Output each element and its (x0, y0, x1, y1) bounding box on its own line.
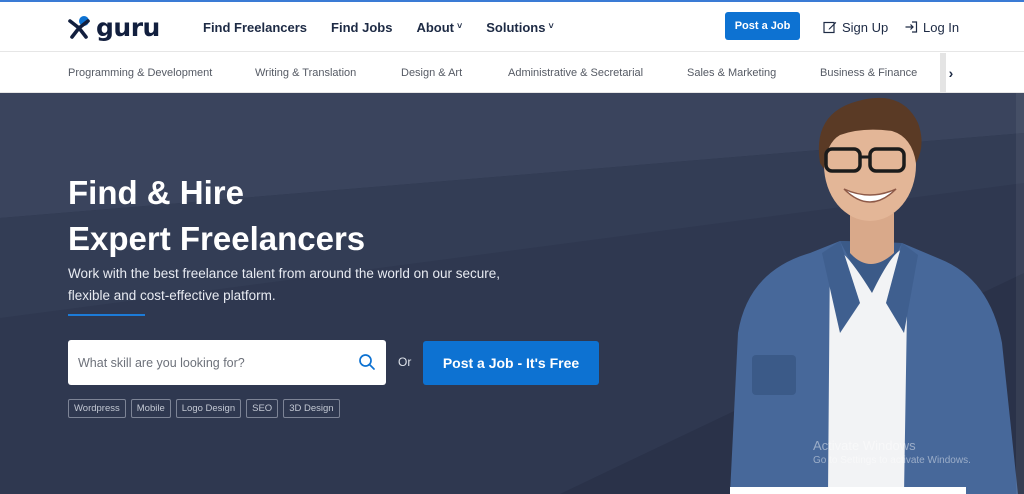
post-a-job-free-button[interactable]: Post a Job - It's Free (423, 341, 599, 385)
category-design-art[interactable]: Design & Art (401, 53, 462, 93)
tag-seo[interactable]: SEO (246, 399, 279, 418)
post-a-job-header-button[interactable]: Post a Job (725, 12, 800, 40)
category-business-finance[interactable]: Business & Finance (820, 53, 917, 93)
hero-subtitle: Work with the best freelance talent from… (68, 266, 500, 303)
main-nav: Find Freelancers Find Jobs About ˅ Solut… (203, 2, 578, 52)
site-header: guru Find Freelancers Find Jobs About ˅ … (0, 2, 1024, 52)
log-in-link[interactable]: Log In (904, 2, 959, 52)
hero-title-line1: Find & Hire (68, 174, 245, 211)
nav-find-freelancers[interactable]: Find Freelancers (203, 20, 307, 35)
watermark-subtitle: Go to Settings to activate Windows. (813, 455, 971, 466)
hero-title: Find & Hire Expert Freelancers (68, 170, 365, 262)
category-writing-translation[interactable]: Writing & Translation (255, 53, 356, 93)
card-edge (730, 487, 966, 494)
category-administrative-secretarial[interactable]: Administrative & Secretarial (508, 53, 643, 93)
login-icon (905, 21, 918, 33)
watermark-title: Activate Windows (813, 438, 916, 453)
nav-solutions-label: Solutions (486, 19, 546, 35)
hero-person-image (730, 97, 1018, 494)
hero-section: Find & Hire Expert Freelancers Work with… (0, 93, 1024, 494)
sign-up-label: Sign Up (842, 19, 889, 35)
popular-skill-tags: Wordpress Mobile Logo Design SEO 3D Desi… (68, 399, 345, 418)
category-sales-marketing[interactable]: Sales & Marketing (687, 53, 776, 93)
nav-find-jobs[interactable]: Find Jobs (331, 20, 392, 35)
search-icon[interactable] (358, 353, 376, 371)
skill-search-input[interactable] (78, 352, 348, 374)
chevron-right-icon[interactable]: › (944, 53, 958, 93)
tag-3d-design[interactable]: 3D Design (283, 399, 340, 418)
nav-solutions[interactable]: Solutions ˅ (486, 20, 553, 35)
chevron-down-icon: ˅ (456, 21, 463, 31)
chevron-down-icon: ˅ (548, 21, 554, 31)
category-bar: Programming & Development Writing & Tran… (0, 53, 1024, 93)
category-programming-development[interactable]: Programming & Development (68, 53, 212, 93)
activate-windows-watermark: Activate Windows Go to Settings to activ… (813, 438, 971, 466)
guru-logo[interactable]: guru (68, 14, 160, 40)
hero-accent-line (68, 314, 145, 316)
page-scrollbar[interactable] (1016, 93, 1024, 494)
log-in-label: Log In (923, 19, 960, 35)
guru-logo-icon (68, 16, 90, 39)
tag-logo-design[interactable]: Logo Design (175, 399, 242, 418)
tag-wordpress[interactable]: Wordpress (68, 399, 126, 418)
nav-find-freelancers-label: Find Freelancers (203, 19, 308, 35)
hero-title-line2: Expert Freelancers (68, 220, 366, 257)
skill-search-box (68, 340, 386, 385)
nav-find-jobs-label: Find Jobs (331, 19, 393, 35)
tag-mobile[interactable]: Mobile (130, 399, 171, 418)
sign-up-link[interactable]: Sign Up (823, 2, 888, 52)
logo-wordmark: guru (96, 12, 160, 42)
or-separator: Or (398, 355, 412, 369)
nav-about-label: About (416, 19, 454, 35)
nav-about[interactable]: About ˅ (416, 20, 462, 35)
edit-icon (823, 21, 837, 34)
